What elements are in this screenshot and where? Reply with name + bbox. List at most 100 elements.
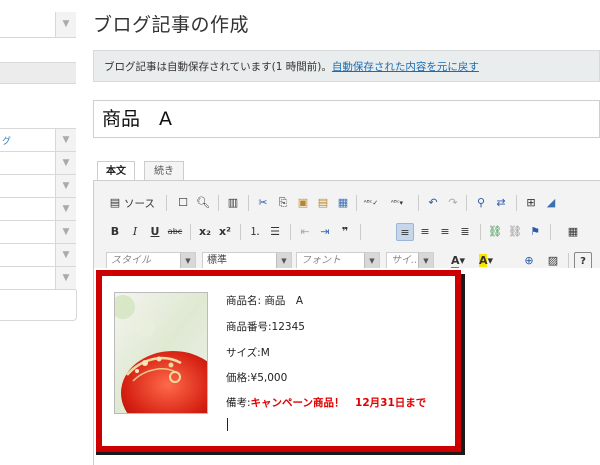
toolbar-separator (166, 195, 167, 211)
tab-extended[interactable]: 続き (144, 161, 184, 181)
spellcheck-dropdown-icon[interactable]: ᴬᴮᶜ▾ (384, 194, 410, 212)
tab-body[interactable]: 本文 (97, 161, 135, 182)
chevron-down-icon[interactable]: ▼ (55, 129, 76, 151)
chevron-down-icon[interactable]: ▼ (276, 253, 291, 269)
replace-icon[interactable]: ⇄ (492, 194, 510, 212)
chevron-down-icon[interactable]: ▼ (55, 175, 76, 197)
toolbar-row-1: ▤ ソース ☐ 🔍︎ ▥ ✂ ⎘ ▣ ▤ ▦ ᴬᴮᶜ✓ ᴬᴮᶜ▾ ↶ ↷ ⚲ ⇄… (100, 193, 600, 215)
strikethrough-icon[interactable]: abc (166, 223, 184, 241)
indent-icon[interactable]: ⇥ (316, 223, 334, 241)
page-title: ブログ記事の作成 (93, 14, 250, 36)
chevron-down-icon[interactable]: ▼ (55, 198, 76, 220)
sidebar-row[interactable]: ▼ (0, 175, 76, 198)
superscript-icon[interactable]: x² (216, 223, 234, 241)
subscript-icon[interactable]: x₂ (196, 223, 214, 241)
toolbar-separator (516, 195, 517, 211)
sidebar-row[interactable]: ▼ (0, 267, 76, 290)
copy-icon[interactable]: ⎘ (274, 194, 292, 212)
autosave-notice: ブログ記事は自動保存されています(1 時間前)。自動保存された内容を元に戻す (93, 50, 600, 82)
toolbar-separator (190, 224, 191, 240)
cut-icon[interactable]: ✂ (254, 194, 272, 212)
toolbar-separator (218, 195, 219, 211)
sidebar-footer (0, 290, 77, 321)
toolbar-separator (356, 195, 357, 211)
sidebar-row[interactable]: ▼ (0, 12, 76, 38)
chevron-down-icon[interactable]: ▼ (55, 12, 76, 37)
product-image[interactable] (114, 292, 208, 414)
sidebar-row[interactable]: ▼ (0, 198, 76, 221)
toolbar-row-2: B I U abc x₂ x² ⒈ ☰ ⇤ ⇥ ❞ ≡ ≡ ≡ ≣ ⛓ ⛓ ⚑ … (100, 222, 600, 244)
sidebar-row[interactable]: ▼ (0, 152, 76, 175)
toolbar-separator (480, 224, 481, 240)
redo-icon[interactable]: ↷ (444, 194, 462, 212)
toolbar-separator (290, 224, 291, 240)
align-justify-icon[interactable]: ≣ (456, 223, 474, 241)
price-line: 価格:¥5,000 (226, 372, 288, 384)
template-icon[interactable]: ▥ (224, 194, 242, 212)
text-caret (227, 418, 228, 431)
post-title-input[interactable]: 商品 A (93, 100, 600, 138)
restore-autosave-link[interactable]: 自動保存された内容を元に戻す (332, 61, 479, 73)
find-icon[interactable]: ⚲ (472, 194, 490, 212)
undo-icon[interactable]: ↶ (424, 194, 442, 212)
paste-icon[interactable]: ▣ (294, 194, 312, 212)
remove-format-icon[interactable]: ◢ (542, 194, 560, 212)
chevron-down-icon[interactable]: ▼ (55, 267, 76, 289)
underline-icon[interactable]: U (146, 223, 164, 241)
sidebar-row[interactable]: ▼ (0, 244, 76, 267)
remark-line: 備考:キャンペーン商品！ 12月31日まで (226, 395, 426, 410)
sidebar-row[interactable]: グ ▼ (0, 129, 76, 152)
sidebar-row[interactable]: ▼ (0, 221, 76, 244)
sidebar-item-label: グ (2, 137, 12, 147)
style-select-value: スタイル (111, 255, 151, 266)
toolbar-separator (248, 195, 249, 211)
chevron-down-icon[interactable]: ▼ (55, 152, 76, 174)
chevron-down-icon[interactable]: ▼ (55, 244, 76, 266)
outdent-icon[interactable]: ⇤ (296, 223, 314, 241)
font-select-value: フォント (301, 255, 341, 266)
chevron-down-icon[interactable]: ▼ (418, 253, 433, 269)
chevron-down-icon[interactable]: ▼ (55, 221, 76, 243)
bold-icon[interactable]: B (106, 223, 124, 241)
unlink-icon[interactable]: ⛓ (506, 223, 524, 241)
remark-value: キャンペーン商品！ 12月31日まで (250, 397, 427, 409)
product-number-line: 商品番号:12345 (226, 321, 305, 333)
sidebar-row[interactable] (0, 84, 76, 129)
toolbar-separator (568, 253, 569, 269)
sidebar-row[interactable] (0, 38, 76, 63)
product-name-line: 商品名: 商品 A (226, 295, 304, 307)
autosave-notice-text: ブログ記事は自動保存されています(1 時間前)。 (104, 61, 332, 73)
bulleted-list-icon[interactable]: ☰ (266, 223, 284, 241)
remark-label: 備考: (226, 397, 251, 409)
size-line: サイズ:M (226, 347, 270, 359)
preview-icon[interactable]: 🔍︎ (194, 194, 212, 212)
align-center-icon[interactable]: ≡ (416, 223, 434, 241)
chevron-down-icon[interactable]: ▼ (364, 253, 379, 269)
link-icon[interactable]: ⛓ (486, 223, 504, 241)
product-photo-graphic (115, 293, 207, 413)
anchor-flag-icon[interactable]: ⚑ (526, 223, 544, 241)
source-icon[interactable]: ▤ (106, 194, 124, 212)
blockquote-icon[interactable]: ❞ (336, 223, 354, 241)
format-select-value: 標準 (207, 255, 227, 266)
italic-icon[interactable]: I (126, 223, 144, 241)
align-right-icon[interactable]: ≡ (436, 223, 454, 241)
chevron-down-icon[interactable]: ▼ (180, 253, 195, 269)
toolbar-separator (418, 195, 419, 211)
toolbar-separator (466, 195, 467, 211)
highlight-shadow (461, 274, 465, 455)
paste-word-icon[interactable]: ▦ (334, 194, 352, 212)
source-button[interactable]: ソース (124, 196, 155, 211)
size-select-value: サイ... (391, 255, 421, 266)
sidebar-row-selected[interactable] (0, 63, 76, 84)
paste-text-icon[interactable]: ▤ (314, 194, 332, 212)
spellcheck-icon[interactable]: ᴬᴮᶜ✓ (362, 194, 380, 212)
numbered-list-icon[interactable]: ⒈ (246, 223, 264, 241)
toolbar-separator (550, 224, 551, 240)
align-left-icon[interactable]: ≡ (396, 223, 414, 241)
select-all-icon[interactable]: ⊞ (522, 194, 540, 212)
toolbar-separator (240, 224, 241, 240)
new-page-icon[interactable]: ☐ (174, 194, 192, 212)
toolbar-separator (360, 224, 361, 240)
table-icon[interactable]: ▦ (564, 223, 582, 241)
